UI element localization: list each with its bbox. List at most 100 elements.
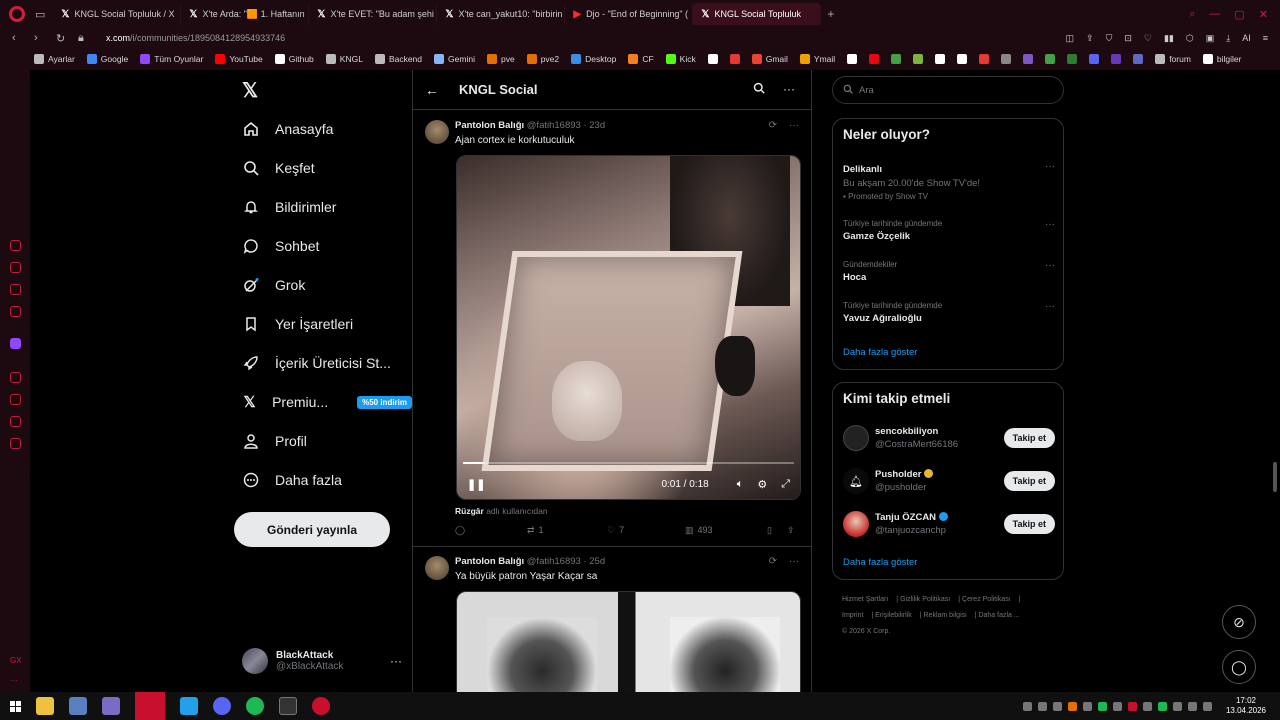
footer-link[interactable]: Reklam bilgisi	[924, 612, 967, 619]
reload-icon[interactable]: ↻	[56, 32, 66, 45]
author-name[interactable]: Pantolon Balığı	[455, 556, 524, 567]
back-arrow-icon[interactable]: ←	[425, 82, 439, 98]
sidebar-messenger-icon[interactable]	[10, 262, 21, 273]
menu-icon[interactable]: ≡	[1263, 33, 1268, 44]
reply-button[interactable]: ◯	[455, 525, 527, 536]
author-name[interactable]: Pantolon Balığı	[455, 120, 524, 131]
bookmark-item[interactable]: pve	[486, 54, 515, 64]
tab-4[interactable]: ▶ Djo - "End of Beginning" (	[565, 3, 694, 25]
tray-icon[interactable]	[1082, 701, 1092, 711]
nav-more[interactable]: Daha fazla	[242, 471, 412, 489]
capture-icon[interactable]: ⊡	[1124, 33, 1132, 44]
x-logo-icon[interactable]: 𝕏	[242, 78, 258, 103]
bookmark-item[interactable]	[847, 54, 858, 64]
wallet-icon[interactable]: ▣	[1206, 33, 1215, 44]
opera-logo-icon[interactable]	[9, 6, 25, 22]
tray-icon[interactable]	[1037, 701, 1047, 711]
bookmark-item[interactable]	[891, 54, 902, 64]
minimize-icon[interactable]: —	[1209, 8, 1220, 21]
camera-icon[interactable]: ◫	[1066, 33, 1075, 44]
account-switcher[interactable]: BlackAttack @xBlackAttack ···	[242, 648, 402, 674]
stats-icon[interactable]: ▮▮	[1164, 33, 1174, 44]
bookmark-item[interactable]	[1067, 54, 1078, 64]
url-field[interactable]: x.com/i/communities/1895084128954933746	[106, 33, 285, 43]
trend-more-icon[interactable]: ···	[1045, 301, 1055, 312]
scrollbar[interactable]	[1273, 462, 1277, 492]
bookmark-item[interactable]: pve2	[526, 54, 559, 64]
video-player[interactable]: ❚❚ 0:01 / 0:18 🔈︎ ⚙ ⤢	[456, 155, 801, 500]
settings-gear-icon[interactable]: ⚙	[757, 478, 767, 491]
like-button[interactable]: ♡ 7	[607, 525, 685, 536]
tab-overview-icon[interactable]: ▭	[35, 8, 45, 21]
bookmark-item[interactable]	[935, 54, 946, 64]
bookmark-item[interactable]	[1133, 54, 1144, 64]
tray-icon[interactable]	[1097, 701, 1107, 711]
footer-link[interactable]: Imprint	[842, 612, 863, 619]
bookmark-item[interactable]	[707, 54, 718, 64]
forward-icon[interactable]: ›	[34, 32, 44, 44]
tweet-more-icon[interactable]: ···	[789, 120, 799, 131]
tray-icon[interactable]	[1067, 701, 1077, 711]
repost-button[interactable]: ⇄ 1	[527, 525, 607, 536]
bookmark-item[interactable]: Tüm Oyunlar	[140, 54, 203, 64]
nav-notifications[interactable]: Bildirimler	[242, 198, 412, 216]
vscode-icon[interactable]	[180, 697, 198, 715]
bookmark-item[interactable]	[1023, 54, 1034, 64]
discord-icon[interactable]	[213, 697, 231, 715]
tray-icon[interactable]	[1052, 701, 1062, 711]
bookmark-item[interactable]: Desktop	[571, 54, 616, 64]
footer-link[interactable]: Gizlilik Politikası	[900, 596, 950, 603]
nav-premium[interactable]: 𝕏 Premiu... %50 indirim	[242, 393, 412, 411]
footer-link[interactable]: Erişilebilirlik	[875, 612, 912, 619]
nav-chat[interactable]: Sohbet	[242, 237, 412, 255]
follow-button[interactable]: Takip et	[1003, 471, 1055, 491]
avatar[interactable]	[425, 120, 449, 144]
grok-float-button[interactable]: ⊘	[1222, 605, 1256, 639]
bookmark-item[interactable]	[957, 54, 968, 64]
trend-item[interactable]: Gündemdekiler Hoca ···	[843, 260, 1055, 283]
nav-grok[interactable]: Grok	[242, 276, 412, 294]
windows-start-icon[interactable]	[10, 700, 21, 712]
bookmark-item[interactable]	[1089, 54, 1100, 64]
author-handle[interactable]: @fatih16893	[527, 556, 581, 567]
sidebar-settings-icon[interactable]	[10, 438, 21, 449]
opera-gx-icon[interactable]	[312, 697, 330, 715]
bookmark-item[interactable]: YouTube	[215, 54, 263, 64]
taskbar-clock[interactable]: 17:02 13.04.2026	[1218, 696, 1274, 716]
bookmark-item[interactable]	[913, 54, 924, 64]
pause-icon[interactable]: ❚❚	[467, 478, 485, 491]
tray-icon[interactable]	[1142, 701, 1152, 711]
tray-icon[interactable]	[1172, 701, 1182, 711]
tray-icon[interactable]	[1157, 701, 1167, 711]
trend-item[interactable]: Delikanlı Bu akşam 20.00'de Show TV'de! …	[843, 161, 1055, 201]
trend-more-icon[interactable]: ···	[1045, 219, 1055, 230]
tweet-time[interactable]: 25d	[589, 556, 605, 567]
tweet-more-icon[interactable]: ···	[789, 556, 799, 567]
messages-float-button[interactable]: ◯	[1222, 650, 1256, 684]
attribution-user[interactable]: Rüzgâr	[455, 506, 484, 516]
search-input[interactable]: Ara	[832, 76, 1064, 104]
tab-1[interactable]: 𝕏 X'te Arda: "🟧 1. Haftanın	[181, 3, 310, 25]
sidebar-gx-icon[interactable]: GX	[10, 656, 22, 665]
bookmark-item[interactable]: Google	[86, 54, 128, 64]
bookmark-item[interactable]: CF	[628, 54, 654, 64]
grok-explain-icon[interactable]: ⟳	[769, 120, 777, 131]
sidebar-mail-icon[interactable]	[10, 306, 21, 317]
more-options-icon[interactable]: ···	[783, 82, 795, 97]
app-icon[interactable]	[102, 697, 120, 715]
avatar[interactable]	[425, 556, 449, 580]
footer-link[interactable]: Hizmet Şartları	[842, 596, 888, 603]
tab-5-active[interactable]: 𝕏 KNGL Social Topluluk	[693, 3, 822, 25]
bookmark-item[interactable]: Ayarlar	[34, 54, 75, 64]
bookmark-item[interactable]	[1111, 54, 1122, 64]
nav-bookmarks[interactable]: Yer İşaretleri	[242, 315, 412, 333]
video-frame[interactable]: ❚❚ 0:01 / 0:18 🔈︎ ⚙ ⤢	[457, 156, 800, 499]
follow-suggestion[interactable]: 🔔︎ Pusholder @pusholder Takip et	[843, 466, 1055, 496]
search-tabs-icon[interactable]: ⌕	[1189, 8, 1195, 21]
follow-suggestion[interactable]: Tanju ÖZCAN @tanjuozcanchp Takip et	[843, 509, 1055, 539]
tweet[interactable]: Pantolon Balığı @fatih16893 · 25d ⟳ ··· …	[413, 556, 811, 711]
trend-more-icon[interactable]: ···	[1045, 260, 1055, 271]
bookmark-item[interactable]: Backend	[374, 54, 422, 64]
footer-link[interactable]: Daha fazla ...	[978, 612, 1019, 619]
bookmark-item[interactable]: forum	[1155, 54, 1191, 64]
